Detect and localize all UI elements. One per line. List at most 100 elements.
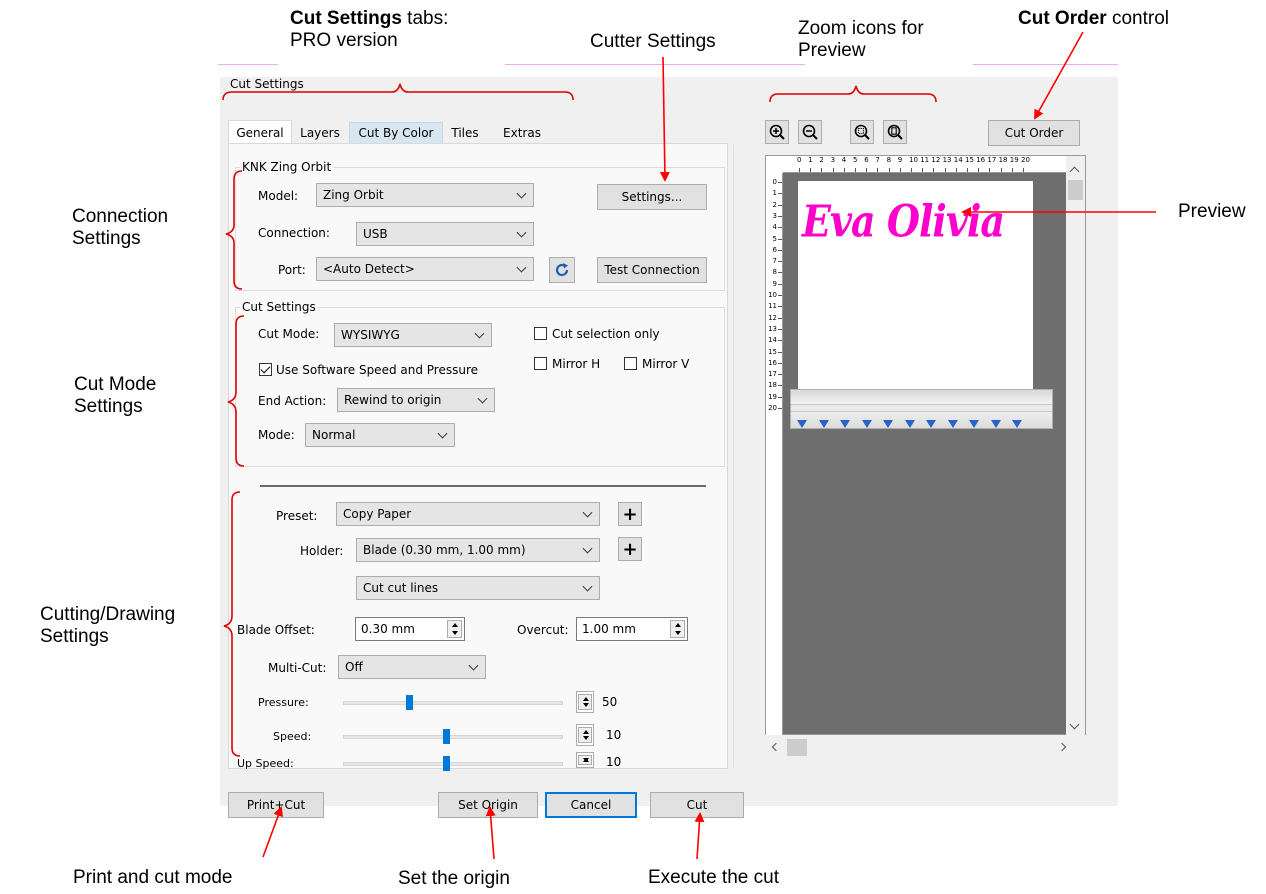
tab-extras[interactable]: Extras xyxy=(492,122,552,144)
add-preset-button[interactable]: + xyxy=(618,502,642,526)
port-select[interactable]: <Auto Detect> xyxy=(316,257,534,281)
pinch-wheel-marker xyxy=(797,420,807,428)
refresh-port-button[interactable] xyxy=(549,257,575,283)
refresh-icon xyxy=(555,263,569,277)
pinch-wheel-marker xyxy=(926,420,936,428)
ruler-top-label: 12 xyxy=(931,156,941,164)
zoom-fit-button[interactable] xyxy=(850,120,874,144)
software-speed-label: Use Software Speed and Pressure xyxy=(276,363,479,377)
ruler-top-label: 7 xyxy=(875,156,880,164)
ruler-top-label: 5 xyxy=(853,156,858,164)
software-speed-checkbox[interactable] xyxy=(259,363,272,376)
ruler-left-tick xyxy=(778,204,782,206)
annotation-execute-cut: Execute the cut xyxy=(648,867,779,888)
upspeed-spinner[interactable] xyxy=(576,752,594,768)
ruler-top: 0 1 2 3 4 5 6 7 8 9 10 11 12 13 14 15 16 17 18 19 20 xyxy=(783,156,1068,173)
test-connection-button[interactable]: Test Connection xyxy=(597,257,707,283)
cut-mode-select[interactable]: WYSIWYG xyxy=(334,323,492,347)
scroll-left-arrow[interactable] xyxy=(771,742,781,752)
ruler-top-tick xyxy=(1000,168,1002,172)
scroll-up-arrow[interactable] xyxy=(1069,166,1080,177)
tab-general[interactable]: General xyxy=(228,120,292,144)
ruler-top-label: 0 xyxy=(797,156,802,164)
speed-label: Speed: xyxy=(273,730,312,743)
zoom-fit-icon xyxy=(854,124,870,140)
blade-offset-label: Blade Offset: xyxy=(237,623,315,637)
pinch-wheel-marker xyxy=(990,420,1001,428)
ruler-top-tick xyxy=(1011,168,1013,172)
mirror-v-checkbox[interactable] xyxy=(624,357,637,370)
zoom-page-button[interactable] xyxy=(883,120,907,144)
ruler-left-tick xyxy=(778,396,782,398)
ruler-left-tick xyxy=(778,374,782,376)
set-origin-button[interactable]: Set Origin xyxy=(438,792,538,818)
multicut-select[interactable]: Off xyxy=(338,655,486,679)
ruler-top-label: 20 xyxy=(1021,156,1030,164)
pinch-wheel-marker xyxy=(947,420,958,428)
overcut-spinner[interactable]: 1.00 mm xyxy=(576,617,688,641)
tab-layers[interactable]: Layers xyxy=(293,122,347,144)
speed-spinner[interactable] xyxy=(576,724,594,746)
ruler-left-tick xyxy=(778,182,782,183)
ruler-left-label: 2 xyxy=(772,200,777,209)
connection-label: Connection: xyxy=(258,226,330,240)
ruler-left-tick xyxy=(778,249,782,251)
ruler-top-tick xyxy=(899,168,901,172)
holder-label: Holder: xyxy=(300,544,344,558)
end-action-select[interactable]: Rewind to origin xyxy=(337,388,495,412)
scroll-right-arrow[interactable] xyxy=(1057,742,1067,752)
mirror-h-checkbox[interactable] xyxy=(534,357,547,370)
cut-selection-label: Cut selection only xyxy=(552,327,660,341)
cut-selection-checkbox[interactable] xyxy=(534,327,547,340)
preview-vscroll[interactable] xyxy=(1066,156,1085,736)
cut-lines-select[interactable]: Cut cut lines xyxy=(356,576,600,600)
dialog-title: Cut Settings xyxy=(230,77,304,91)
ruler-top-label: 11 xyxy=(920,156,930,164)
pressure-spinner[interactable] xyxy=(576,691,594,713)
hscroll-thumb[interactable] xyxy=(787,739,807,756)
ruler-top-label: 16 xyxy=(976,156,986,164)
zoom-out-button[interactable] xyxy=(798,120,822,144)
mode-select[interactable]: Normal xyxy=(305,423,455,447)
blade-offset-spinner[interactable]: 0.30 mm xyxy=(355,617,465,641)
model-select[interactable]: Zing Orbit xyxy=(316,183,534,207)
tab-tiles[interactable]: Tiles xyxy=(444,122,486,144)
print-cut-button[interactable]: Print+Cut xyxy=(228,792,324,818)
holder-select[interactable]: Blade (0.30 mm, 1.00 mm) xyxy=(356,538,600,562)
pinch-wheels xyxy=(797,420,1032,430)
annotation-zoom-icons: Zoom icons for Preview xyxy=(798,18,924,61)
cancel-button[interactable]: Cancel xyxy=(545,792,637,818)
cut-button[interactable]: Cut xyxy=(650,792,744,818)
panel-scrollbar[interactable] xyxy=(733,145,747,767)
vscroll-thumb[interactable] xyxy=(1068,180,1083,200)
pressure-slider-thumb[interactable] xyxy=(406,695,413,710)
cut-mode-label: Cut Mode: xyxy=(258,327,320,341)
ruler-top-tick xyxy=(866,168,868,172)
ruler-top-label: 10 xyxy=(909,156,918,164)
mirror-h-label: Mirror H xyxy=(552,357,601,371)
ruler-left-tick xyxy=(778,340,782,342)
cut-order-button[interactable]: Cut Order xyxy=(988,120,1080,146)
preview-hscroll[interactable] xyxy=(765,735,1086,760)
ruler-top-label: 6 xyxy=(864,156,869,164)
guide-line-left xyxy=(218,64,278,65)
settings-button[interactable]: Settings... xyxy=(597,184,707,210)
ruler-top-label: 2 xyxy=(819,156,824,164)
add-holder-button[interactable]: + xyxy=(618,537,642,561)
annotation-cutting-drawing-settings: Cutting/Drawing Settings xyxy=(40,604,176,647)
connection-select[interactable]: USB xyxy=(356,222,534,246)
upspeed-value: 10 xyxy=(606,755,622,769)
ruler-left-tick xyxy=(778,283,782,285)
upspeed-slider-thumb[interactable] xyxy=(443,756,451,771)
speed-slider-thumb[interactable] xyxy=(443,729,451,744)
pressure-track xyxy=(343,701,563,705)
ruler-left-label: 10 xyxy=(768,291,777,299)
model-label: Model: xyxy=(258,189,299,203)
zoom-in-button[interactable] xyxy=(765,120,789,144)
ruler-top-tick xyxy=(922,168,924,172)
tab-cut-by-color[interactable]: Cut By Color xyxy=(349,122,443,144)
ruler-left-label: 17 xyxy=(768,370,777,379)
preset-select[interactable]: Copy Paper xyxy=(336,502,600,526)
scroll-down-arrow[interactable] xyxy=(1069,719,1080,730)
ruler-top-tick xyxy=(888,168,890,172)
